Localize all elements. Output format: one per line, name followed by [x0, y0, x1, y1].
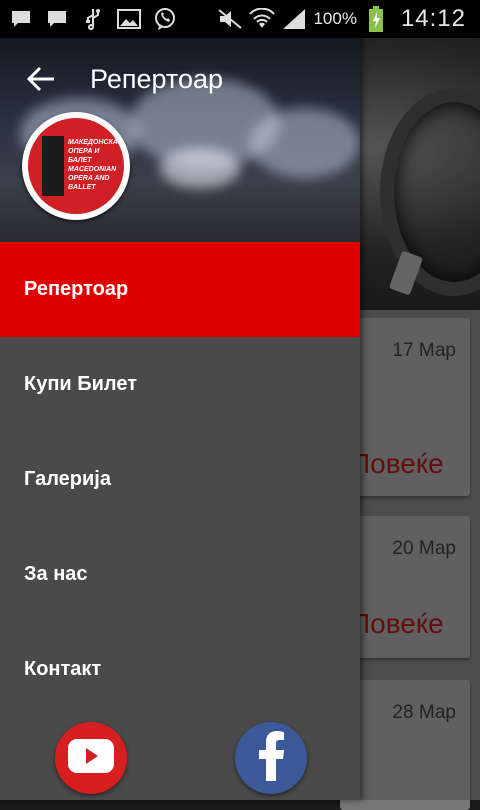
message-icon [8, 7, 34, 31]
menu-item-gallery[interactable]: Галерија [0, 432, 360, 527]
status-bar: 100% 14:12 [0, 0, 480, 38]
usb-icon [80, 7, 106, 31]
social-links [0, 722, 360, 800]
menu-item-buy-ticket[interactable]: Купи Билет [0, 337, 360, 432]
opera-ballet-logo: МАКЕДОНСКА ОПЕРА И БАЛЕТ MACEDONIAN OPER… [22, 112, 130, 220]
gallery-icon [116, 7, 142, 31]
wifi-icon [249, 7, 276, 31]
mute-icon [217, 7, 243, 31]
battery-percent: 100% [313, 9, 357, 28]
menu-item-label: Галерија [24, 468, 111, 490]
drawer-scrim[interactable] [360, 38, 480, 800]
menu-item-about[interactable]: За нас [0, 527, 360, 622]
back-arrow-icon[interactable] [26, 64, 56, 94]
drawer-header: Репертоар МАКЕДОНСКА ОПЕРА И БАЛЕТ MACED… [0, 38, 360, 242]
menu-item-label: Репертоар [24, 278, 129, 300]
menu-item-contact[interactable]: Контакт [0, 622, 360, 717]
clock: 14:12 [400, 5, 466, 32]
drawer-title: Репертоар [90, 64, 224, 94]
drawer-menu: Репертоар Купи Билет Галерија За нас Кон… [0, 242, 360, 717]
menu-item-label: За нас [24, 563, 88, 585]
navigation-drawer: Репертоар МАКЕДОНСКА ОПЕРА И БАЛЕТ MACED… [0, 38, 360, 800]
signal-icon [281, 7, 307, 31]
youtube-button[interactable] [55, 722, 127, 794]
facebook-button[interactable] [235, 722, 307, 794]
message-icon [44, 7, 70, 31]
battery-charging-icon [363, 6, 389, 32]
youtube-icon [68, 738, 114, 778]
menu-item-label: Контакт [24, 658, 102, 680]
viber-icon [152, 7, 178, 31]
facebook-icon [256, 730, 286, 786]
menu-item-repertoire[interactable]: Репертоар [0, 242, 360, 337]
menu-item-label: Купи Билет [24, 373, 138, 395]
